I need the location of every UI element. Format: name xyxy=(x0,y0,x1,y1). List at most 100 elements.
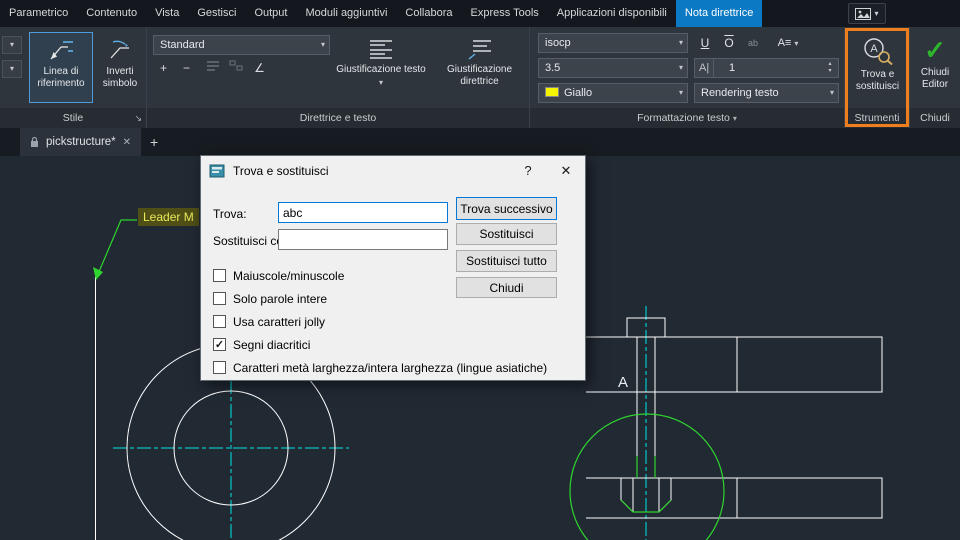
spin-up-icon[interactable]: ▴ xyxy=(828,61,831,68)
close-editor-button[interactable]: ✓ Chiudi Editor xyxy=(912,31,958,104)
menu-tab-applicazioni-disponibili[interactable]: Applicazioni disponibili xyxy=(548,0,676,27)
menu-tab-express-tools[interactable]: Express Tools xyxy=(462,0,548,27)
find-next-button[interactable]: Trova successivo xyxy=(456,197,557,220)
file-tab-label: pickstructure* xyxy=(46,136,116,148)
check-icon: ✓ xyxy=(924,35,946,65)
panel-label-formattazione-testo[interactable]: Formattazione testo ▾ xyxy=(530,108,844,128)
stack-label: ab xyxy=(747,38,758,48)
invert-symbol-button[interactable]: Inverti simbolo xyxy=(97,32,143,103)
tab-close-icon[interactable]: ✕ xyxy=(123,137,131,148)
leader-mtext[interactable]: Leader M xyxy=(138,208,199,226)
plus-icon: + xyxy=(159,61,167,75)
chevron-down-icon: ▾ xyxy=(678,88,683,97)
menu-tab-parametrico[interactable]: Parametrico xyxy=(0,0,77,27)
checkbox-solo-parole-intere[interactable]: Solo parole intere xyxy=(213,287,547,310)
checkbox-caratteri-met-larghezza-intera-larghezza[interactable]: Caratteri metà larghezza/intera larghezz… xyxy=(213,356,547,379)
menu-tab-moduli-aggiuntivi[interactable]: Moduli aggiuntivi xyxy=(296,0,396,27)
checkbox-box[interactable] xyxy=(213,269,226,282)
leader-annotation-line[interactable] xyxy=(93,219,137,280)
checkbox-box[interactable] xyxy=(213,361,226,374)
menu-tab-gestisci[interactable]: Gestisci xyxy=(188,0,245,27)
replace-button[interactable]: Sostituisci xyxy=(456,223,557,245)
menu-tab-vista[interactable]: Vista xyxy=(146,0,188,27)
selection-highlight[interactable] xyxy=(569,413,725,540)
width-factor-spinner[interactable]: ▴ ▾ xyxy=(824,59,836,77)
remove-leader-button[interactable]: − xyxy=(176,60,197,78)
chevron-down-icon: ▾ xyxy=(732,114,737,123)
minus-icon: − xyxy=(182,61,190,75)
help-button[interactable]: ? xyxy=(509,156,547,186)
underline-button[interactable]: U xyxy=(694,33,716,53)
leader-line-label: Linea di riferimento xyxy=(37,66,85,89)
find-replace-icon: A xyxy=(863,38,893,65)
menu-tab-contenuto[interactable]: Contenuto xyxy=(77,0,146,27)
chevron-down-icon: ▾ xyxy=(9,64,14,73)
font-combo[interactable]: isocp ▾ xyxy=(538,33,688,53)
collect-leaders-icon xyxy=(229,60,242,71)
spin-down-icon[interactable]: ▾ xyxy=(828,68,831,75)
leader-angle-button[interactable]: ∠ xyxy=(249,60,270,78)
text-rendering-combo[interactable]: Rendering testo ▾ xyxy=(694,83,839,103)
checkbox-segni-diacritici[interactable]: ✓ Segni diacritici xyxy=(213,333,547,356)
text-rendering-value: Rendering testo xyxy=(701,87,779,99)
leader-justification-button[interactable]: Giustificazione direttrice xyxy=(431,32,528,103)
image-attach-button[interactable]: ▾ xyxy=(848,3,886,24)
style-gallery-flyout-bottom[interactable]: ▾ xyxy=(2,60,22,78)
find-input[interactable] xyxy=(278,202,448,223)
align-leaders-button[interactable] xyxy=(202,60,223,78)
bolt-assembly[interactable] xyxy=(586,317,883,519)
menu-tab-collabora[interactable]: Collabora xyxy=(396,0,461,27)
panel-label-stile: Stile ↘ xyxy=(0,108,146,128)
file-tab-pickstructure[interactable]: pickstructure* ✕ xyxy=(20,128,142,156)
ribbon-tab-bar: Parametrico Contenuto Vista Gestisci Output M… xyxy=(0,0,960,27)
dialog-checkbox-list: Maiuscole/minuscole Solo parole intere Usa… xyxy=(213,264,547,379)
chevron-down-icon: ▾ xyxy=(320,40,325,49)
text-justification-button[interactable]: Giustificazione testo ▾ xyxy=(334,32,428,103)
checkbox-box[interactable] xyxy=(213,315,226,328)
checkbox-maiuscole-minuscole[interactable]: Maiuscole/minuscole xyxy=(213,264,547,287)
chevron-down-icon: ▾ xyxy=(829,88,834,97)
underline-label: U xyxy=(700,36,710,50)
application-window: Parametrico Contenuto Vista Gestisci Output M… xyxy=(0,0,960,540)
replace-input[interactable] xyxy=(278,229,448,250)
close-editor-label: Chiudi Editor xyxy=(920,67,950,90)
menu-tab-output[interactable]: Output xyxy=(245,0,296,27)
checkbox-label: Segni diacritici xyxy=(233,337,311,352)
image-icon xyxy=(855,7,872,20)
chevron-down-icon: ▾ xyxy=(678,63,683,72)
invert-symbol-label: Inverti simbolo xyxy=(102,66,138,89)
checkbox-box[interactable]: ✓ xyxy=(213,338,226,351)
checkbox-box[interactable] xyxy=(213,292,226,305)
panel-strumenti: A Trova e sostituisci Strumenti xyxy=(845,27,910,128)
dialog-title: Trova e sostituisci xyxy=(233,164,329,178)
chevron-down-icon: ▾ xyxy=(9,40,14,49)
panel-direttrice-e-testo: Standard ▾ + − ∠ Giustificazione testo ▾… xyxy=(147,27,530,128)
overline-button[interactable]: O xyxy=(718,33,740,53)
dialog-titlebar[interactable]: Trova e sostituisci ? ✕ xyxy=(201,156,585,186)
checkbox-label: Caratteri metà larghezza/intera larghezz… xyxy=(233,360,548,375)
panel-label-strumenti: Strumenti xyxy=(845,108,909,128)
new-tab-button[interactable]: + xyxy=(141,128,167,156)
panel-label-chiudi: Chiudi xyxy=(910,108,960,128)
mleader-style-combo[interactable]: Standard ▾ xyxy=(153,35,330,55)
text-align-button[interactable]: A≡ ▾ xyxy=(768,33,808,53)
stack-button[interactable]: ab xyxy=(742,33,764,53)
menu-tab-nota-direttrice[interactable]: Nota direttrice xyxy=(675,0,763,27)
leader-line-button[interactable]: Linea di riferimento xyxy=(29,32,93,103)
find-replace-button[interactable]: A Trova e sostituisci xyxy=(849,31,906,104)
style-gallery-flyout-top[interactable]: ▾ xyxy=(2,36,22,54)
chevron-down-icon: ▾ xyxy=(874,9,879,18)
checkbox-usa-caratteri-jolly[interactable]: Usa caratteri jolly xyxy=(213,310,547,333)
collect-leaders-button[interactable] xyxy=(225,60,246,78)
panel-label-text: Strumenti xyxy=(854,112,900,124)
panel-label-text: Formattazione testo xyxy=(637,112,730,124)
add-leader-button[interactable]: + xyxy=(153,60,174,78)
text-height-combo[interactable]: 3.5 ▾ xyxy=(538,58,688,78)
text-color-combo[interactable]: Giallo ▾ xyxy=(538,83,688,103)
panel-launcher-icon[interactable]: ↘ xyxy=(134,108,142,128)
leader-line-icon xyxy=(50,41,73,60)
width-factor-field[interactable]: A| 1 ▴ ▾ xyxy=(694,58,839,78)
close-icon[interactable]: ✕ xyxy=(547,156,585,186)
width-factor-value: 1 xyxy=(729,62,736,74)
mleader-style-value: Standard xyxy=(160,39,205,51)
